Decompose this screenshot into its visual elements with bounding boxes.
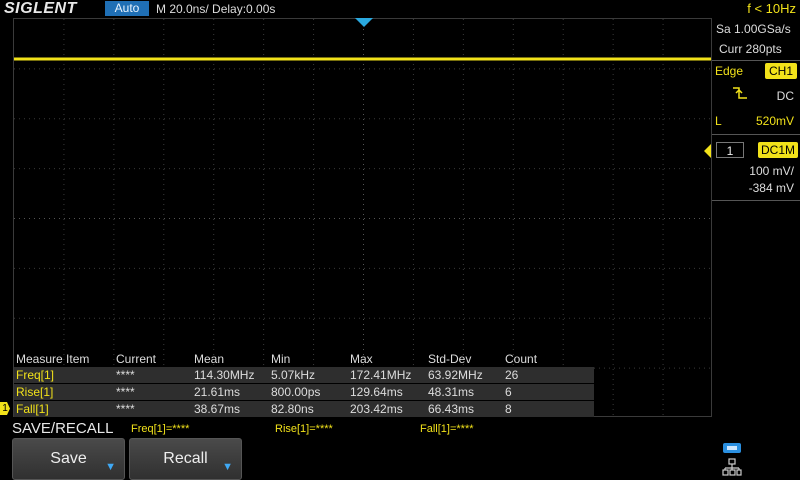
header-count: Count	[505, 352, 538, 366]
measure-std-dev: 66.43ms	[428, 402, 475, 416]
channel-indicator-arrow	[704, 144, 711, 158]
status-fall: Fall[1]=****	[420, 423, 474, 435]
siglent-logo: SIGLENT	[4, 0, 77, 17]
measure-count: 6	[505, 385, 512, 399]
chevron-down-icon: ▼	[105, 461, 116, 473]
channel-scale: 100 mV/	[749, 164, 794, 178]
measure-mean: 21.61ms	[194, 385, 241, 399]
info-panel: Sa 1.00GSa/s Curr 280pts Edge CH1 DC L 5…	[704, 18, 800, 418]
header-mean: Mean	[194, 352, 225, 366]
measure-max: 172.41MHz	[350, 368, 412, 382]
measure-mean: 114.30MHz	[194, 368, 255, 382]
measure-min: 82.80ns	[271, 402, 314, 416]
measure-count: 8	[505, 402, 512, 416]
measure-max: 203.42ms	[350, 402, 403, 416]
chevron-down-icon: ▼	[222, 461, 233, 473]
trigger-level-label: L	[715, 114, 722, 128]
status-freq: Freq[1]=****	[131, 423, 190, 435]
measure-count: 26	[505, 368, 519, 382]
measurement-header-row: Measure Item Current Mean Min Max Std-De…	[14, 351, 594, 367]
memory-depth: Curr 280pts	[719, 42, 782, 56]
timebase-readout[interactable]: M 20.0ns/ Delay:0.00s	[156, 0, 275, 18]
channel-number[interactable]: 1	[716, 142, 744, 158]
channel-offset: -384 mV	[748, 181, 794, 195]
measure-current: ****	[116, 368, 135, 382]
header-max: Max	[350, 352, 373, 366]
measure-current: ****	[116, 402, 135, 416]
trigger-source-badge[interactable]: CH1	[765, 63, 797, 79]
measurement-row-freq: Freq[1] **** 114.30MHz 5.07kHz 172.41MHz…	[14, 367, 594, 383]
measure-mean: 38.67ms	[194, 402, 241, 416]
header-std-dev: Std-Dev	[428, 352, 472, 366]
trigger-position-marker[interactable]	[355, 18, 373, 27]
divider	[712, 200, 800, 201]
top-status-bar: SIGLENT Auto M 20.0ns/ Delay:0.00s f < 1…	[0, 0, 800, 18]
measure-min: 800.00ps	[271, 385, 321, 399]
trigger-frequency-readout: f < 10Hz	[747, 1, 796, 16]
run-mode-badge[interactable]: Auto	[105, 1, 149, 16]
divider	[712, 134, 800, 135]
measure-max: 129.64ms	[350, 385, 403, 399]
save-button[interactable]: Save ▼	[12, 438, 125, 480]
trigger-coupling: DC	[776, 89, 794, 103]
measure-item: Fall[1]	[16, 402, 49, 416]
header-measure-item: Measure Item	[16, 352, 90, 366]
measure-std-dev: 63.92MHz	[428, 368, 483, 382]
status-rise: Rise[1]=****	[275, 423, 333, 435]
recall-button[interactable]: Recall ▼	[129, 438, 242, 480]
measure-std-dev: 48.31ms	[428, 385, 475, 399]
measure-item: Freq[1]	[16, 368, 55, 382]
header-current: Current	[116, 352, 157, 366]
trigger-type[interactable]: Edge	[715, 64, 743, 78]
network-icon	[722, 458, 742, 476]
usb-icon	[723, 443, 741, 453]
trigger-level: 520mV	[755, 114, 794, 128]
measurement-table: Measure Item Current Mean Min Max Std-De…	[14, 351, 594, 418]
divider	[712, 60, 800, 61]
ch1-offset-marker[interactable]: 1	[0, 402, 10, 415]
measure-item: Rise[1]	[16, 385, 54, 399]
sample-rate: Sa 1.00GSa/s	[716, 22, 791, 36]
measurement-row-fall: Fall[1] **** 38.67ms 82.80ns 203.42ms 66…	[14, 401, 594, 417]
channel-coupling-badge[interactable]: DC1M	[758, 142, 798, 158]
menu-title: SAVE/RECALL	[12, 420, 114, 437]
measure-min: 5.07kHz	[271, 368, 316, 382]
measure-current: ****	[116, 385, 135, 399]
rising-edge-icon	[733, 87, 747, 99]
header-min: Min	[271, 352, 291, 366]
measurement-row-rise: Rise[1] **** 21.61ms 800.00ps 129.64ms 4…	[14, 384, 594, 400]
